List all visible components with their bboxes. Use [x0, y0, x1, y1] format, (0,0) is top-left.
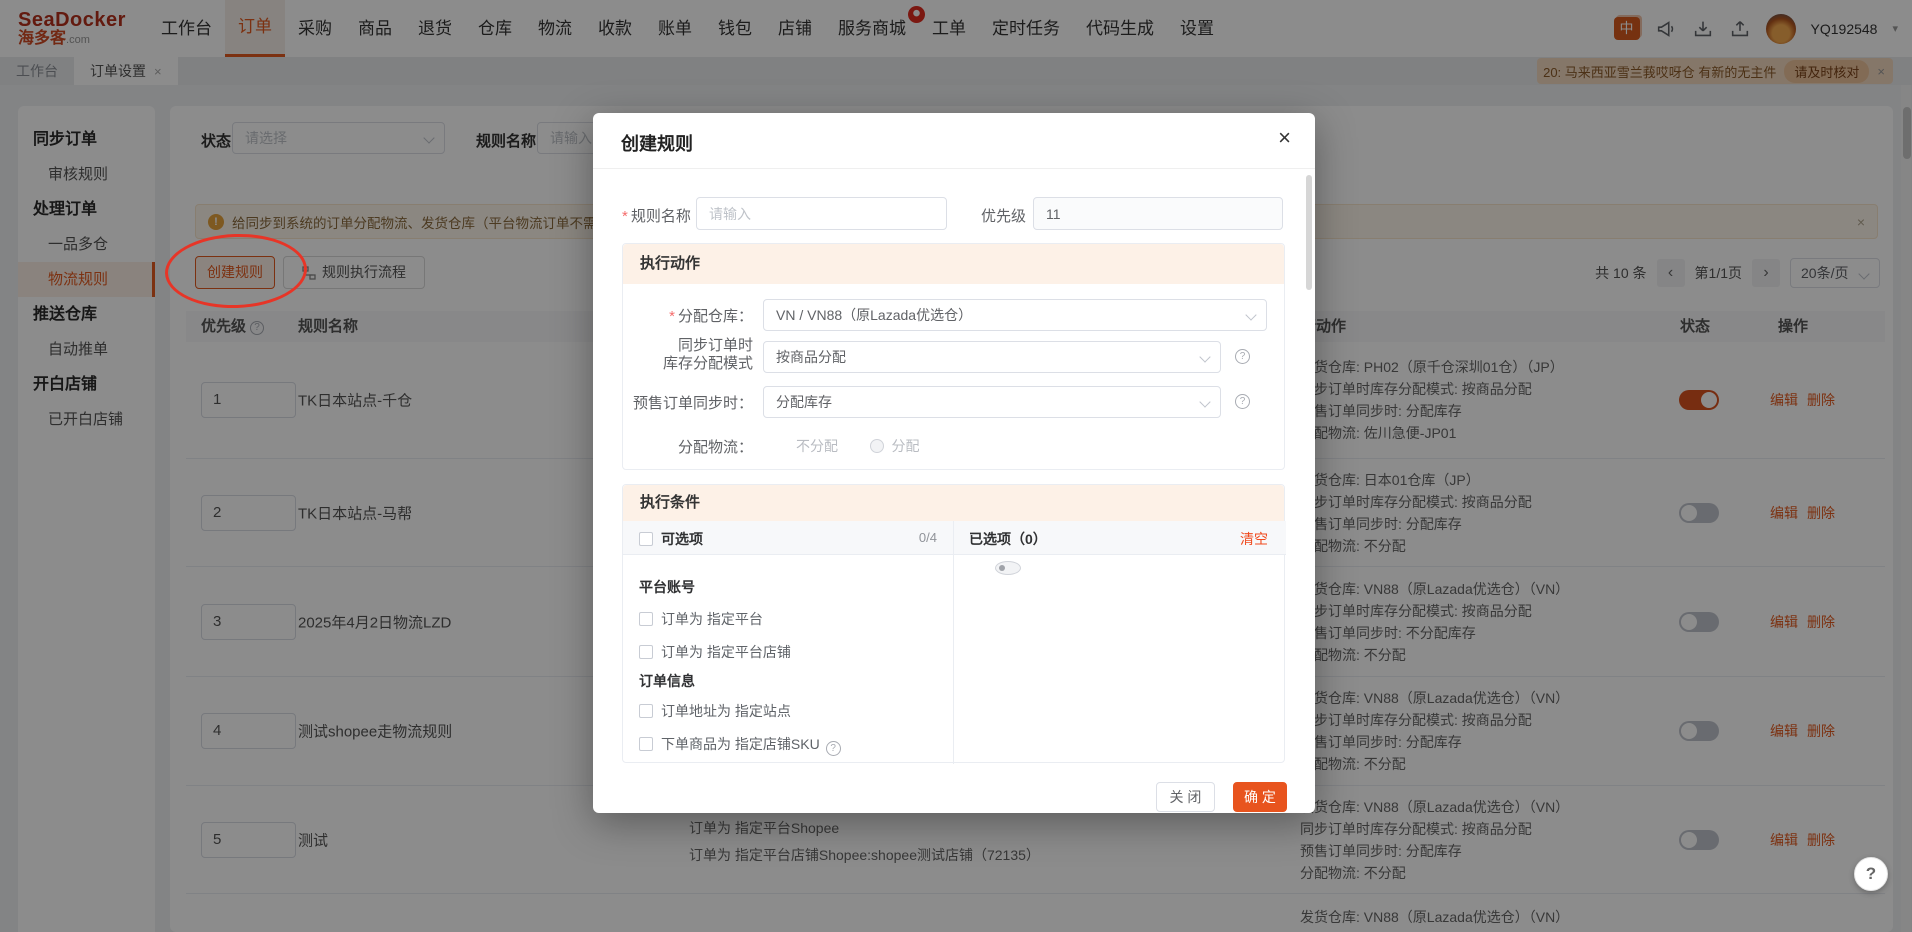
chevron-down-icon: [1199, 351, 1210, 362]
warehouse-select[interactable]: VN / VN88（原Lazada优选仓）: [763, 299, 1267, 331]
close-icon[interactable]: ×: [1278, 125, 1291, 151]
checkbox-icon[interactable]: [639, 704, 653, 718]
logistics-radio-group: 不分配 分配: [763, 436, 947, 458]
priority-label: 优先级: [981, 205, 1026, 226]
exec-action-section: 执行动作 *分配仓库： VN / VN88（原Lazada优选仓） 同步订单时库…: [622, 243, 1285, 470]
transfer-header: 可选项 0/4 已选项（0） 清空: [623, 521, 1286, 555]
option-shop-sku[interactable]: 下单商品为 指定店铺SKU?: [639, 734, 841, 756]
help-float-button[interactable]: ?: [1854, 857, 1888, 891]
checkbox-icon[interactable]: [639, 645, 653, 659]
modal-title: 创建规则: [621, 130, 693, 156]
radio-no-assign[interactable]: 不分配: [763, 436, 838, 456]
question-icon[interactable]: ?: [1235, 349, 1250, 364]
checkbox-icon[interactable]: [639, 532, 653, 546]
radio-assign[interactable]: 分配: [870, 436, 919, 456]
exec-condition-section: 执行条件 可选项 0/4 已选项（0） 清空 平台账号 订单为 指定平台 订单为…: [622, 484, 1285, 763]
exec-condition-title: 执行条件: [623, 485, 1284, 521]
presale-label: 预售订单同步时：: [623, 392, 753, 413]
optional-count: 0/4: [873, 530, 937, 545]
chevron-down-icon: [1245, 309, 1256, 320]
create-rule-modal: 创建规则 × *规则名称 优先级 执行动作 *分配仓库： VN / VN88（原…: [593, 113, 1315, 813]
exec-action-title: 执行动作: [623, 244, 1284, 284]
radio-icon: [995, 561, 1021, 575]
checkbox-icon[interactable]: [639, 737, 653, 751]
option-specified-platform[interactable]: 订单为 指定平台: [639, 609, 763, 629]
checkbox-icon[interactable]: [639, 612, 653, 626]
stock-mode-select[interactable]: 按商品分配: [763, 341, 1221, 373]
modal-scrollbar-thumb[interactable]: [1306, 175, 1312, 290]
stock-mode-label: 同步订单时库存分配模式: [623, 337, 753, 373]
selected-header: 已选项（0）: [969, 529, 1047, 549]
clear-link[interactable]: 清空: [1240, 529, 1268, 549]
logistics-label: 分配物流：: [623, 436, 753, 457]
optional-header: 可选项: [639, 529, 703, 549]
question-icon[interactable]: ?: [1235, 394, 1250, 409]
page: SeaDocker 海多客.com 工作台 订单 采购 商品 退货 仓库 物流 …: [0, 0, 1912, 932]
group-order-info: 订单信息: [639, 671, 695, 691]
divider: [953, 521, 954, 764]
modal-close-button[interactable]: 关 闭: [1156, 782, 1215, 812]
modal-confirm-button[interactable]: 确 定: [1233, 782, 1287, 812]
presale-select[interactable]: 分配库存: [763, 386, 1221, 418]
question-icon[interactable]: ?: [826, 741, 841, 756]
chevron-down-icon: [1199, 396, 1210, 407]
rule-name-label: *规则名称: [622, 205, 691, 226]
rule-name-input[interactable]: [696, 197, 947, 230]
divider: [593, 168, 1315, 169]
radio-icon: [870, 439, 884, 453]
priority-input[interactable]: [1033, 197, 1283, 230]
group-platform-account: 平台账号: [639, 577, 695, 597]
warehouse-label: *分配仓库：: [623, 305, 753, 326]
option-order-address-site[interactable]: 订单地址为 指定站点: [639, 701, 791, 721]
option-specified-platform-shop[interactable]: 订单为 指定平台店铺: [639, 642, 791, 662]
